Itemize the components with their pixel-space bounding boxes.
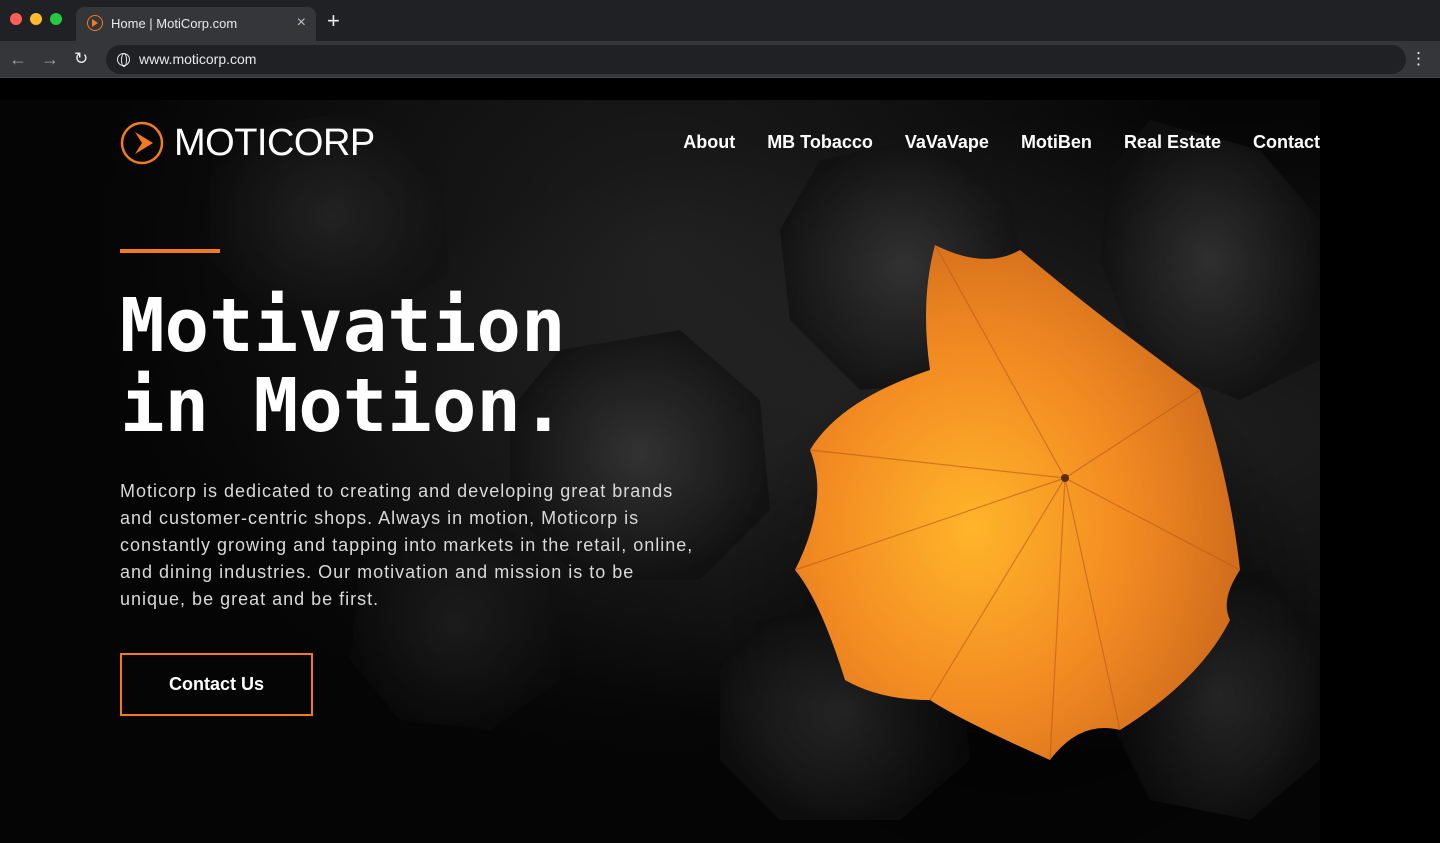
nav-link-vavavape[interactable]: VaVaVape (905, 132, 989, 153)
umbrella-hero-image (210, 110, 1320, 843)
nav-link-motiben[interactable]: MotiBen (1021, 132, 1092, 153)
close-window-button[interactable] (10, 13, 22, 25)
tab-close-icon[interactable]: × (297, 13, 306, 33)
new-tab-button[interactable]: + (327, 10, 340, 32)
url-text[interactable]: www.moticorp.com (139, 51, 256, 67)
tab-title: Home | MotiCorp.com (111, 16, 238, 31)
address-bar[interactable]: www.moticorp.com (106, 45, 1406, 74)
contact-us-button[interactable]: Contact Us (120, 653, 313, 716)
main-navigation: About MB Tobacco VaVaVape MotiBen Real E… (651, 132, 1320, 153)
reload-icon[interactable]: ↻ (74, 48, 88, 70)
back-arrow-icon[interactable]: ← (9, 48, 27, 70)
nav-link-contact[interactable]: Contact (1253, 132, 1320, 153)
globe-icon (117, 53, 130, 67)
nav-link-real-estate[interactable]: Real Estate (1124, 132, 1221, 153)
maximize-window-button[interactable] (50, 13, 62, 25)
headline-line-2: in Motion. (120, 363, 566, 449)
page-viewport: MOTICORP About MB Tobacco VaVaVape MotiB… (0, 78, 1440, 843)
nav-link-about[interactable]: About (683, 132, 735, 153)
browser-tab-bar: Home | MotiCorp.com × + (0, 0, 1440, 41)
hero-headline: Motivation in Motion. (120, 286, 566, 446)
moticorp-favicon-icon (87, 15, 103, 31)
minimize-window-button[interactable] (30, 13, 42, 25)
nav-link-mb-tobacco[interactable]: MB Tobacco (767, 132, 873, 153)
browser-tab[interactable]: Home | MotiCorp.com × (76, 7, 316, 41)
browser-toolbar: ← → ↻ www.moticorp.com ⋮ (0, 41, 1440, 78)
accent-divider (120, 249, 220, 253)
moticorp-logo[interactable]: MOTICORP (120, 121, 375, 165)
browser-menu-icon[interactable]: ⋮ (1410, 48, 1427, 70)
headline-line-1: Motivation (120, 283, 566, 369)
forward-arrow-icon[interactable]: → (41, 48, 59, 70)
logo-text: MOTICORP (174, 122, 375, 164)
hero-description: Moticorp is dedicated to creating and de… (120, 481, 694, 609)
moticorp-logo-icon (120, 121, 164, 165)
